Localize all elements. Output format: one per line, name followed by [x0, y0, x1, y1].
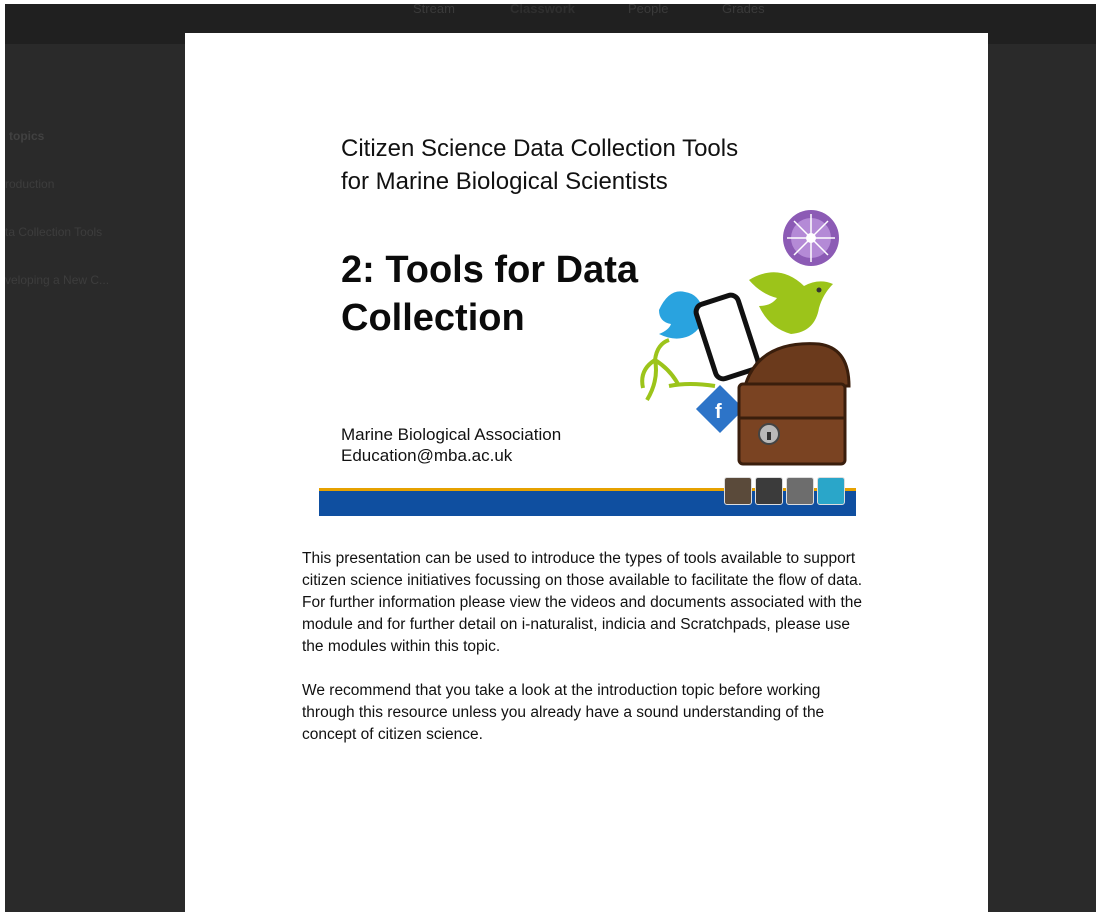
- slide-subtitle: Citizen Science Data Collection Tools fo…: [341, 132, 738, 198]
- sidebar-item-developing-new[interactable]: veloping a New C...: [5, 273, 109, 287]
- slide-subtitle-line2: for Marine Biological Scientists: [341, 168, 668, 195]
- title-slide: Citizen Science Data Collection Tools fo…: [319, 110, 856, 516]
- slide-illustration: f: [640, 210, 851, 466]
- document-viewer[interactable]: Citizen Science Data Collection Tools fo…: [185, 33, 988, 912]
- classroom-app: Stream Classwork People Grades topics ro…: [5, 4, 1096, 912]
- facebook-icon: f: [695, 384, 745, 434]
- sidebar-item-data-collection-tools[interactable]: ta Collection Tools: [5, 225, 102, 239]
- document-description: This presentation can be used to introdu…: [302, 548, 872, 768]
- sea-urchin-icon: [783, 210, 839, 266]
- tab-classwork[interactable]: Classwork: [510, 4, 575, 16]
- tab-grades[interactable]: Grades: [722, 4, 765, 16]
- slide-title-line1: 2: Tools for Data: [341, 249, 638, 291]
- thumbnail-image: [786, 477, 814, 505]
- slide-thumbnails: [724, 477, 845, 505]
- description-paragraph-1: This presentation can be used to introdu…: [302, 550, 863, 655]
- slide-title-line2: Collection: [341, 297, 525, 339]
- thumbnail-image: [724, 477, 752, 505]
- slide-subtitle-line1: Citizen Science Data Collection Tools: [341, 135, 739, 162]
- thumbnail-image: [817, 477, 845, 505]
- plant-icon: [640, 338, 716, 402]
- sidebar-item-introduction[interactable]: roduction: [5, 177, 54, 191]
- svg-text:f: f: [715, 401, 722, 423]
- org-name: Marine Biological Association: [341, 425, 562, 444]
- tab-people[interactable]: People: [628, 4, 668, 16]
- tab-stream[interactable]: Stream: [413, 4, 455, 16]
- description-paragraph-2: We recommend that you take a look at the…: [302, 682, 825, 743]
- smartphone-icon: [693, 292, 761, 382]
- green-bird-icon: [749, 272, 833, 334]
- thumbnail-image: [755, 477, 783, 505]
- slide-title: 2: Tools for Data Collection: [341, 246, 638, 342]
- org-email: Education@mba.ac.uk: [341, 446, 513, 465]
- topics-header: topics: [9, 129, 45, 143]
- slide-organisation: Marine Biological Association Education@…: [341, 424, 561, 466]
